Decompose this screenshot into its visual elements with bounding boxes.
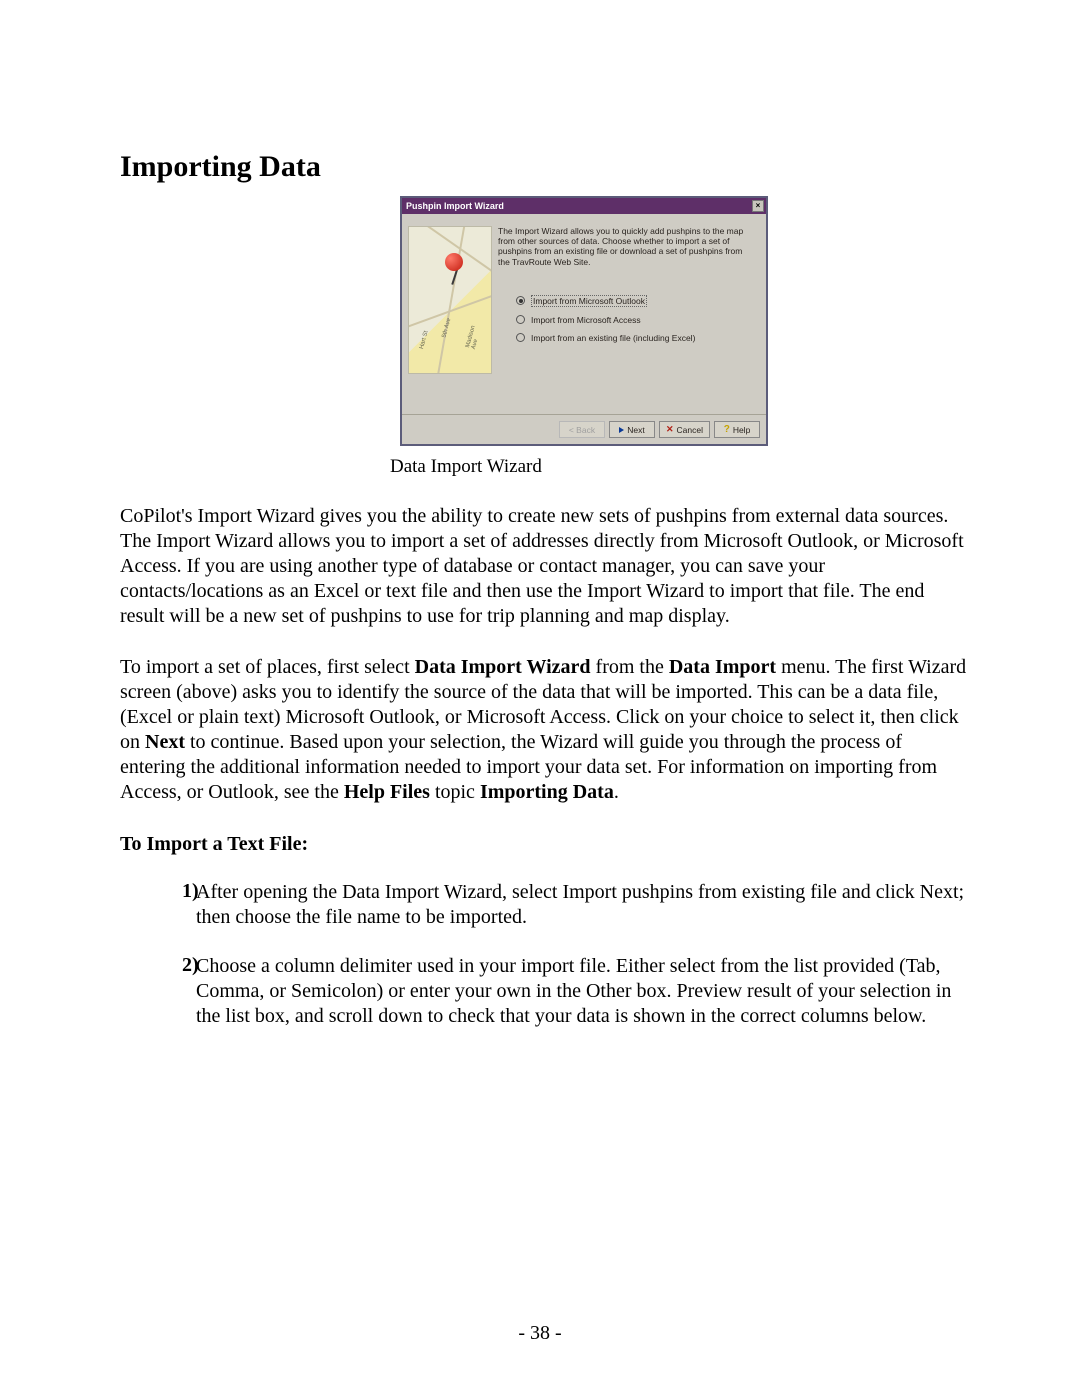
text-bold: Import pushpins from existing file <box>562 881 836 903</box>
radio-option-access[interactable]: Import from Microsoft Access <box>516 315 756 325</box>
radio-icon <box>516 315 525 324</box>
subheading: To Import a Text File: <box>120 833 970 856</box>
pushpin-icon <box>443 253 471 281</box>
x-icon: ✕ <box>666 424 674 435</box>
radio-icon <box>516 296 525 305</box>
wizard-description: The Import Wizard allows you to quickly … <box>498 226 756 267</box>
step-number: 1) <box>120 880 190 930</box>
step-number: 2) <box>120 954 190 1029</box>
map-label: 5th Ave <box>441 318 452 339</box>
text: ) or enter your own in the <box>377 980 586 1002</box>
text-bold: Help Files <box>344 781 430 803</box>
close-icon[interactable]: × <box>752 200 764 212</box>
page-title: Importing Data <box>120 150 970 184</box>
button-label: Cancel <box>677 425 703 435</box>
text: To import a set of places, first select <box>120 656 415 678</box>
radio-icon <box>516 333 525 342</box>
text: . <box>614 781 619 803</box>
paragraph-2: To import a set of places, first select … <box>120 655 970 805</box>
text-bold: Next <box>145 731 185 753</box>
map-thumbnail: Hart St 5th Ave Madison Ave <box>408 226 492 374</box>
question-icon: ? <box>724 424 730 435</box>
text: Choose a column delimiter used in your i… <box>196 955 906 977</box>
play-icon <box>619 427 624 433</box>
radio-option-outlook[interactable]: Import from Microsoft Outlook <box>516 295 756 307</box>
list-item: 1) After opening the Data Import Wizard,… <box>120 880 970 930</box>
radio-option-file[interactable]: Import from an existing file (including … <box>516 333 756 343</box>
option-label: Import from an existing file (including … <box>531 333 695 343</box>
text: from the <box>591 656 669 678</box>
text: and click <box>837 881 920 903</box>
next-button[interactable]: Next <box>609 421 655 438</box>
text-bold: Data Import <box>669 656 776 678</box>
text: topic <box>430 781 480 803</box>
text: , or <box>259 980 291 1002</box>
text-bold: Data Import Wizard <box>415 656 591 678</box>
cancel-button[interactable]: ✕ Cancel <box>659 421 710 438</box>
wizard-titlebar: Pushpin Import Wizard × <box>402 198 766 214</box>
wizard-title: Pushpin Import Wizard <box>406 201 504 211</box>
back-button: < Back <box>559 421 605 438</box>
text-bold: Semicolon <box>291 980 377 1002</box>
button-label: Next <box>627 425 644 435</box>
text: After opening the Data Import Wizard, se… <box>196 881 562 903</box>
text-bold: Comma <box>196 980 259 1002</box>
map-label: Hart St <box>419 330 430 350</box>
button-label: Help <box>733 425 750 435</box>
text-bold: Tab <box>906 955 936 977</box>
button-label: < Back <box>569 425 595 435</box>
map-label: Madison Ave <box>465 316 485 350</box>
figure: Pushpin Import Wizard × Hart St 5th Ave … <box>400 196 780 478</box>
option-label: Import from Microsoft Outlook <box>531 295 647 307</box>
figure-caption: Data Import Wizard <box>390 456 780 478</box>
paragraph-1: CoPilot's Import Wizard gives you the ab… <box>120 504 970 629</box>
step-text: After opening the Data Import Wizard, se… <box>190 880 970 930</box>
text-bold: Other <box>586 980 632 1002</box>
page-number: - 38 - <box>0 1322 1080 1345</box>
wizard-dialog: Pushpin Import Wizard × Hart St 5th Ave … <box>400 196 768 446</box>
text-bold: Next <box>920 881 959 903</box>
text: , <box>936 955 941 977</box>
help-button[interactable]: ? Help <box>714 421 760 438</box>
text-bold: Importing Data <box>480 781 614 803</box>
steps-list: 1) After opening the Data Import Wizard,… <box>120 880 970 1029</box>
list-item: 2) Choose a column delimiter used in you… <box>120 954 970 1029</box>
option-label: Import from Microsoft Access <box>531 315 641 325</box>
step-text: Choose a column delimiter used in your i… <box>190 954 970 1029</box>
